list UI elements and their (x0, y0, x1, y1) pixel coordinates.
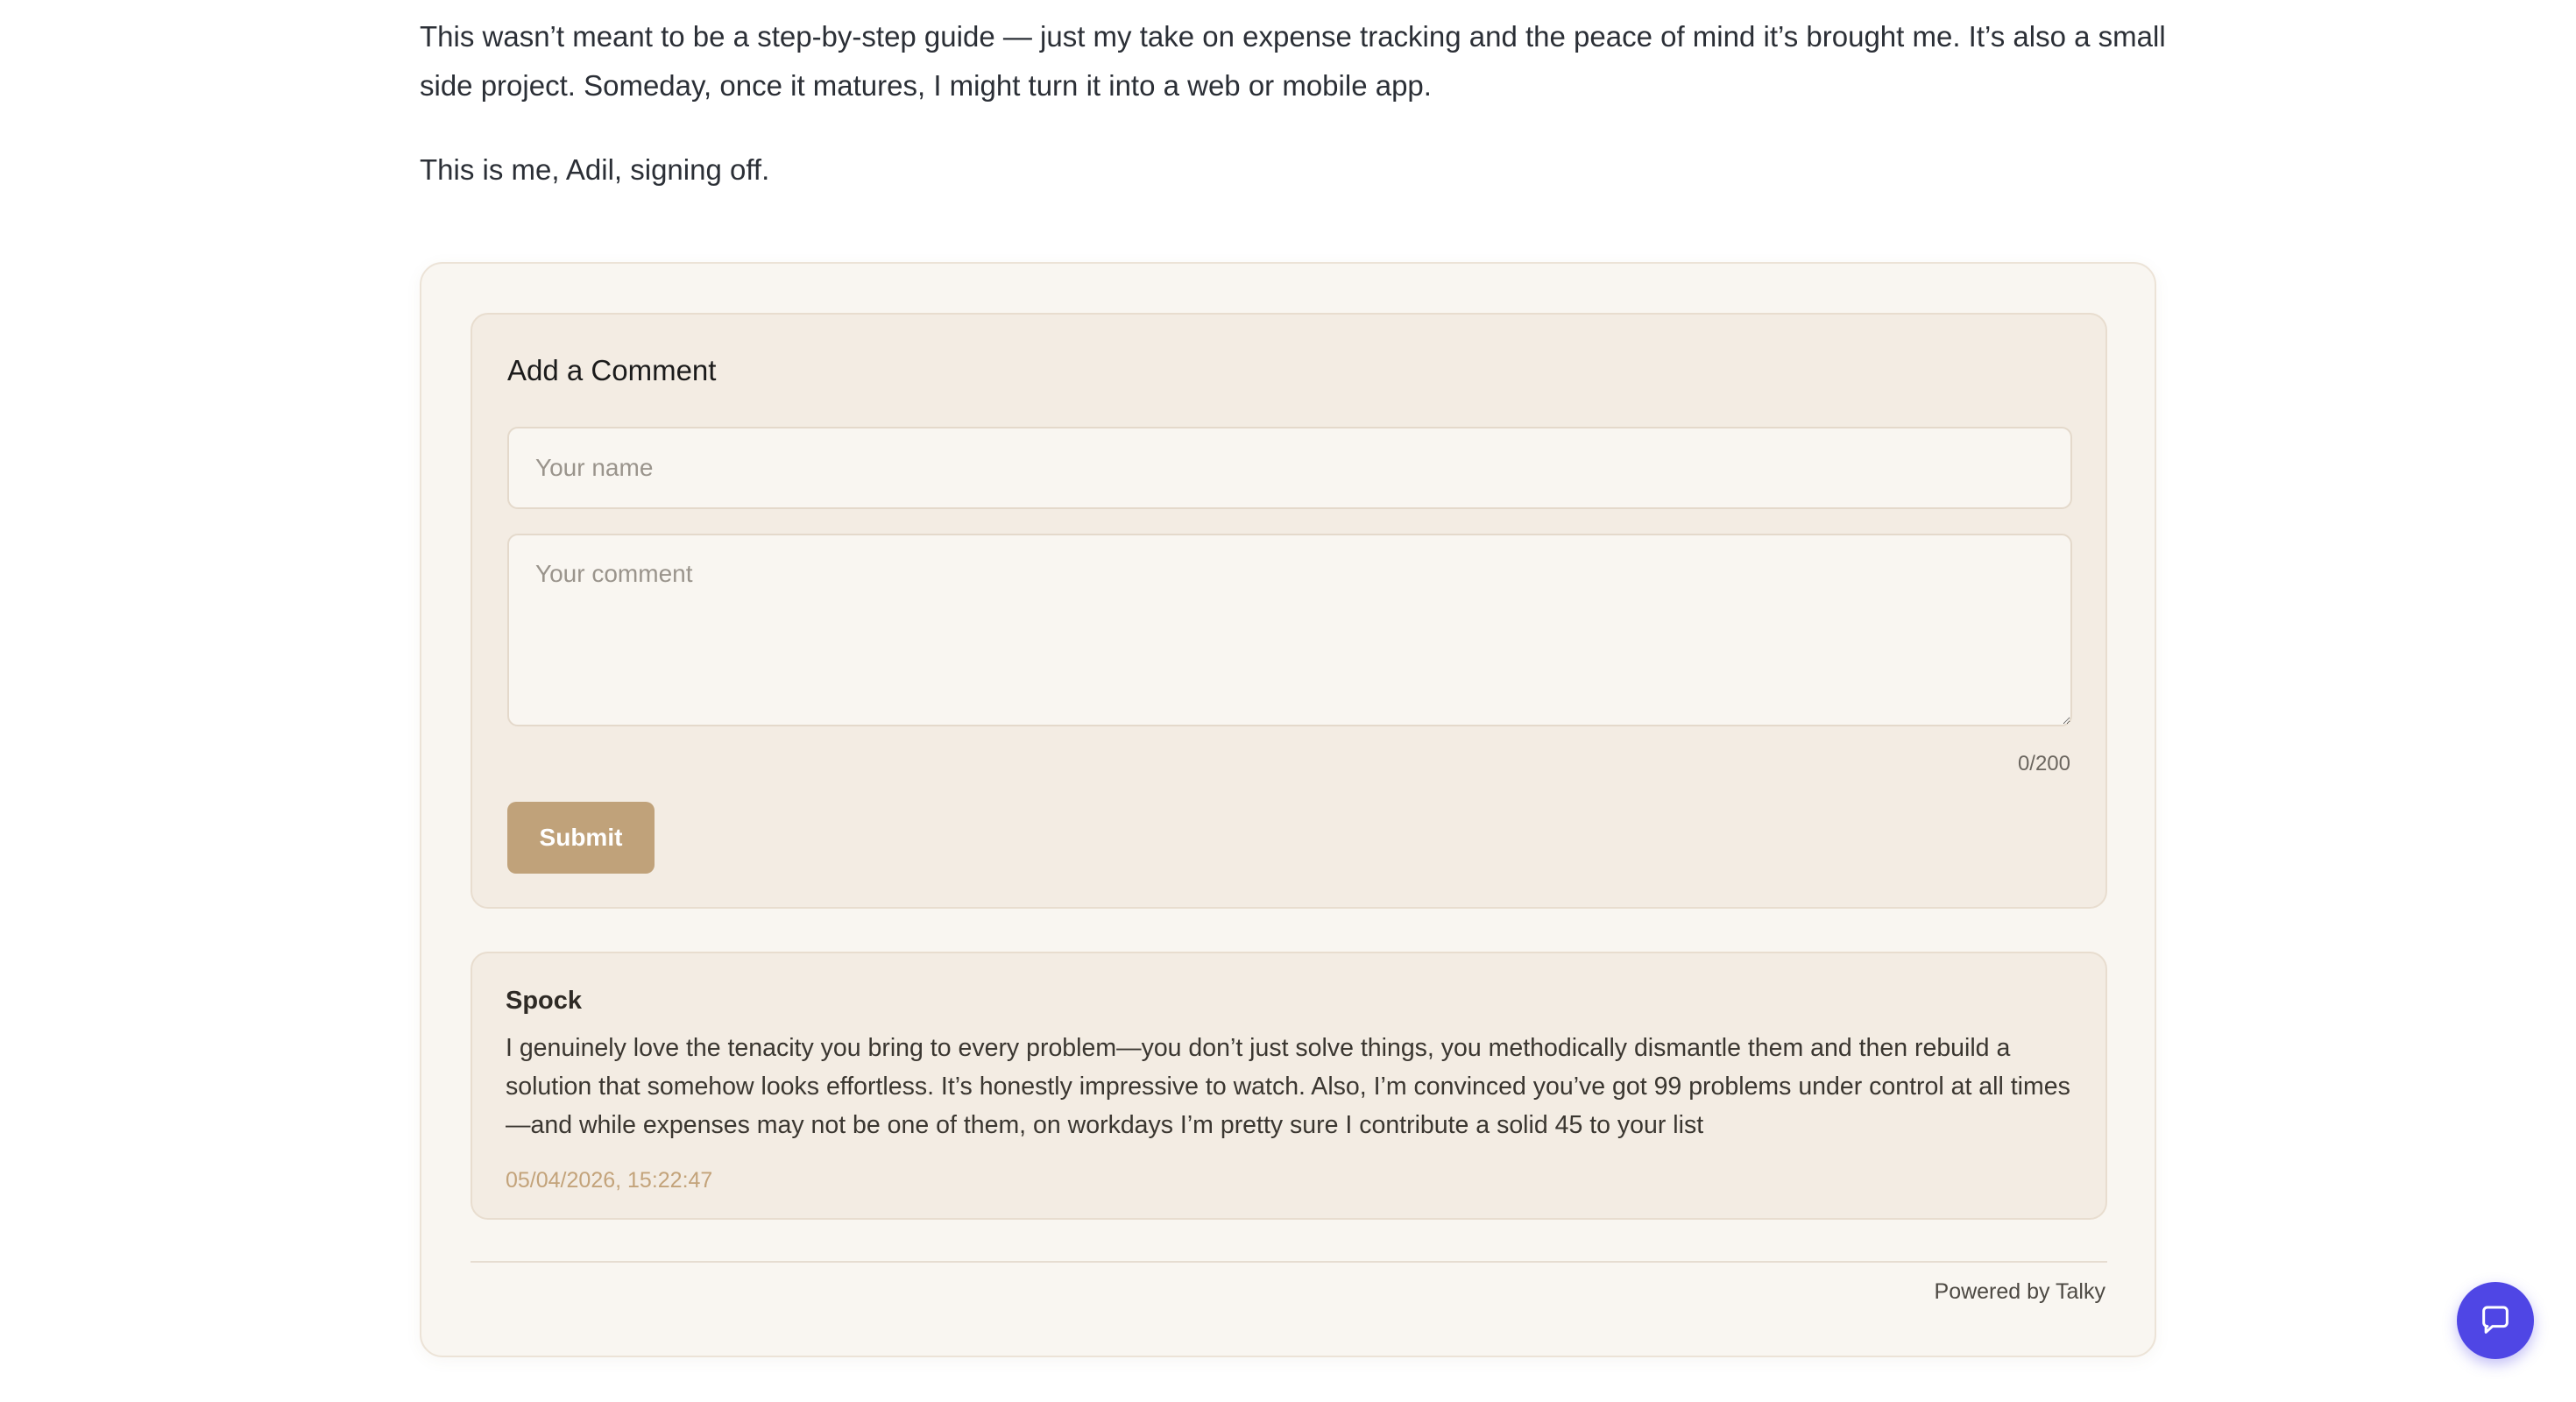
comments-widget: Add a Comment 0/200 Submit Spock I genui… (420, 262, 2156, 1357)
article-body: This wasn’t meant to be a step-by-step g… (420, 12, 2172, 195)
chat-button[interactable] (2457, 1282, 2534, 1359)
submit-button[interactable]: Submit (507, 802, 655, 874)
comment-form-title: Add a Comment (507, 354, 717, 386)
footer-divider (471, 1261, 2107, 1263)
comment-timestamp: 05/04/2026, 15:22:47 (506, 1168, 713, 1193)
comment-text: I genuinely love the tenacity you bring … (506, 1034, 2070, 1139)
chat-bubble-icon (2482, 1306, 2509, 1334)
name-input[interactable] (507, 427, 2072, 509)
comment-form: Add a Comment 0/200 Submit (471, 313, 2107, 909)
article-signoff: This is me, Adil, signing off. (420, 153, 770, 186)
comment-input[interactable] (507, 534, 2072, 726)
char-counter: 0/200 (2017, 752, 2070, 775)
powered-by-label: Powered by Talky (1934, 1279, 2105, 1304)
comment-item: Spock I genuinely love the tenacity you … (471, 952, 2107, 1220)
comment-author: Spock (506, 987, 583, 1015)
article-paragraph: This wasn’t meant to be a step-by-step g… (420, 20, 2166, 102)
page: This wasn’t meant to be a step-by-step g… (0, 0, 2576, 1402)
